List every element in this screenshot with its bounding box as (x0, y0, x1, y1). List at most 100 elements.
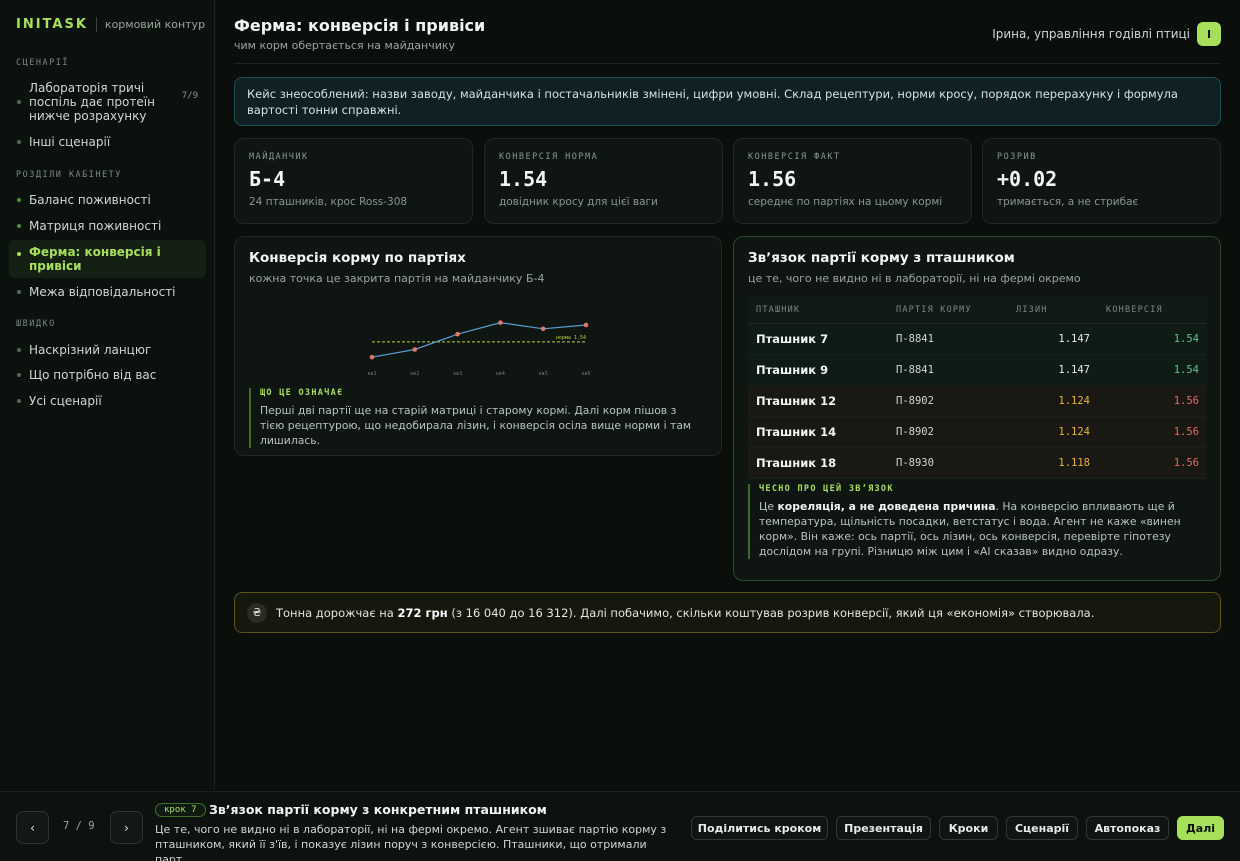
conversion-chart: норма 1.54 кв1 кв2 кв3 кв4 кв5 кв6 (367, 320, 591, 377)
summary-pre: Тонна дорожчає на (276, 605, 398, 620)
sidebar-item-label: Межа відповідальності (29, 285, 176, 299)
sidebar-item-nutrient-balance[interactable]: Баланс поживності (9, 193, 206, 207)
kpi-conversion-fact: КОНВЕРСІЯ ФАКТ 1.56 середнє по партіях н… (733, 138, 972, 224)
x-tick-label: кв2 (410, 371, 419, 377)
column-header: ПТАШНИК (748, 297, 888, 324)
data-point (369, 354, 375, 360)
kpi-label: КОНВЕРСІЯ НОРМА (499, 152, 599, 162)
cell-bird: Пташник 18 (748, 447, 888, 479)
data-point (412, 347, 418, 352)
scenarios-button[interactable]: Сценарії (1006, 816, 1078, 840)
cell-lysine: 1.124 (1008, 416, 1098, 448)
sidebar-item-label: Матриця поживності (29, 219, 162, 233)
sidebar-item-label: Лабораторія тричі поспіль дає протеїн ни… (29, 81, 155, 123)
cell-lysine: 1.118 (1008, 447, 1098, 479)
data-point (583, 322, 589, 328)
series-line (371, 322, 587, 358)
kpi-value: 1.56 (748, 167, 797, 191)
x-tick-label: кв5 (539, 371, 548, 377)
bullet-icon (17, 290, 21, 294)
header-divider (234, 63, 1221, 64)
cell-conversion: 1.56 (1098, 385, 1207, 417)
avatar[interactable]: І (1197, 22, 1221, 46)
table-row[interactable]: Пташник 18 П-8930 1.118 1.56 (748, 447, 1207, 479)
table-header-row: ПТАШНИК ПАРТІЯ КОРМУ ЛІЗИН КОНВЕРСІЯ (748, 297, 1207, 324)
cell-lysine: 1.147 (1008, 354, 1098, 386)
brand-subtitle: кормовий контур (104, 18, 206, 31)
callout-pre: Це (759, 500, 778, 513)
callout-label: ЧЕСНО ПРО ЦЕЙ ЗВʼЯЗОК (759, 484, 894, 494)
cell-batch: П-8841 (888, 354, 1008, 386)
step-footer: ‹ 7 / 9 › крок 7 Звʼязок партії корму з … (0, 791, 1240, 861)
bullet-icon (17, 224, 21, 228)
table-row[interactable]: Пташник 14 П-8902 1.124 1.56 (748, 416, 1207, 448)
meaning-callout: ЩО ЦЕ ОЗНАЧАЄ Перші дві партії ще на ста… (249, 388, 699, 448)
summary-text: Тонна дорожчає на 272 грн (з 16 040 до 1… (276, 606, 1094, 620)
kpi-value: 1.54 (499, 167, 548, 191)
kpi-note: довідник кросу для цієї ваги (499, 196, 658, 208)
page-title: Ферма: конверсія і привіси (234, 16, 486, 35)
x-tick-label: кв1 (367, 371, 376, 377)
sidebar-item-label: Що потрібно від вас (29, 368, 157, 382)
sidebar-item-all-scenarios[interactable]: Усі сценарії (9, 394, 206, 408)
x-tick-label: кв3 (453, 371, 462, 377)
kpi-label: МАЙДАНЧИК (249, 152, 309, 162)
next-button[interactable]: Далі (1177, 816, 1224, 840)
batch-link-table: ПТАШНИК ПАРТІЯ КОРМУ ЛІЗИН КОНВЕРСІЯ Пта… (748, 297, 1207, 479)
table-row[interactable]: Пташник 7 П-8841 1.147 1.54 (748, 323, 1207, 355)
card-subtitle: це те, чого не видно ні в лабораторії, н… (748, 272, 1081, 285)
bullet-icon (17, 348, 21, 352)
sidebar-item-farm-conversion[interactable]: Ферма: конверсія і привіси (9, 240, 206, 278)
sidebar: INITASK кормовий контур СЦЕНАРІЇ Лаборат… (0, 0, 215, 790)
step-description: Це те, чого не видно ні в лабораторії, н… (155, 823, 667, 861)
table-row[interactable]: Пташник 12 П-8902 1.124 1.56 (748, 385, 1207, 417)
cell-conversion: 1.54 (1098, 323, 1207, 355)
kpi-note: 24 пташників, крос Ross-308 (249, 196, 408, 208)
table-row[interactable]: Пташник 9 П-8841 1.147 1.54 (748, 354, 1207, 386)
column-header: ЛІЗИН (1008, 297, 1098, 324)
section-cabinet: РОЗДІЛИ КАБІНЕТУ (16, 170, 122, 180)
callout-emphasis: кореляція, а не доведена причина (777, 500, 996, 513)
data-point (540, 326, 546, 332)
sidebar-item-nutrient-matrix[interactable]: Матриця поживності (9, 219, 206, 233)
kpi-conversion-norm: КОНВЕРСІЯ НОРМА 1.54 довідник кросу для … (484, 138, 723, 224)
column-header: ПАРТІЯ КОРМУ (888, 297, 1008, 324)
sidebar-item-label: Усі сценарії (29, 394, 102, 408)
brand-divider (95, 17, 97, 32)
bullet-icon (17, 252, 21, 256)
sidebar-item-end-to-end[interactable]: Наскрізний ланцюг (9, 343, 206, 357)
share-step-button[interactable]: Поділитись кроком (691, 816, 828, 840)
batch-link-card: Звʼязок партії корму з пташником це те, … (733, 236, 1221, 581)
bullet-icon (17, 140, 21, 144)
section-quick: ШВИДКО (16, 319, 56, 329)
kpi-note: тримається, а не стрибає (997, 196, 1139, 208)
steps-button[interactable]: Кроки (939, 816, 998, 840)
sidebar-item-other-scenarios[interactable]: Інші сценарії (9, 135, 206, 149)
reference-line-label: норма 1.54 (556, 335, 586, 341)
cell-bird: Пташник 14 (748, 416, 888, 448)
cell-conversion: 1.54 (1098, 354, 1207, 386)
summary-post: (з 16 040 до 16 312). Далі побачимо, скі… (447, 605, 1095, 620)
card-title: Звʼязок партії корму з пташником (748, 250, 1015, 266)
conversion-chart-card: Конверсія корму по партіях кожна точка ц… (234, 236, 722, 456)
sidebar-item-what-needed[interactable]: Що потрібно від вас (9, 368, 206, 382)
sidebar-item-label: Ферма: конверсія і привіси (29, 245, 161, 273)
cell-batch: П-8902 (888, 385, 1008, 417)
callout-label: ЩО ЦЕ ОЗНАЧАЄ (260, 388, 344, 398)
sidebar-item-label: Баланс поживності (29, 193, 151, 207)
presentation-button[interactable]: Презентація (836, 816, 931, 840)
sidebar-item-current-scenario[interactable]: Лабораторія тричі поспіль дає протеїн ни… (9, 81, 206, 123)
kpi-value: +0.02 (997, 167, 1058, 191)
cell-conversion: 1.56 (1098, 416, 1207, 448)
callout-text: Перші дві партії ще на старій матриці і … (260, 404, 692, 447)
sidebar-item-responsibility[interactable]: Межа відповідальності (9, 285, 206, 299)
next-step-button[interactable]: › (110, 811, 143, 844)
brand[interactable]: INITASK кормовий контур (16, 17, 205, 32)
user-name[interactable]: Ірина, управління годівлі птиці (992, 27, 1190, 41)
cell-lysine: 1.147 (1008, 323, 1098, 355)
cell-batch: П-8930 (888, 447, 1008, 479)
autoplay-button[interactable]: Автопоказ (1086, 816, 1169, 840)
section-scenarios: СЦЕНАРІЇ (16, 58, 69, 68)
cell-bird: Пташник 7 (748, 323, 888, 355)
prev-step-button[interactable]: ‹ (16, 811, 49, 844)
